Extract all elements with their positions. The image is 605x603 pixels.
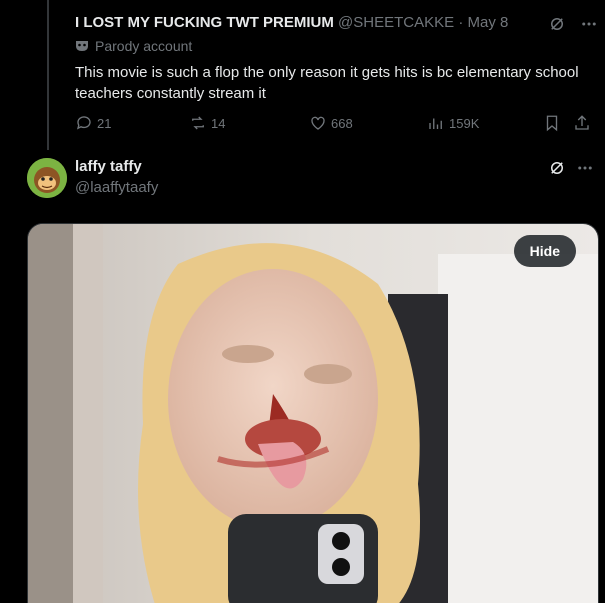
tweet-header-actions	[548, 159, 594, 177]
tweet-header-actions	[548, 15, 598, 33]
reply-button[interactable]: 21	[75, 114, 111, 132]
handle[interactable]: @laaffytaafy	[75, 179, 158, 196]
share-icon	[575, 115, 589, 130]
tweet-actions: 21 14 668 159K	[75, 114, 600, 134]
grok-icon[interactable]	[548, 15, 566, 33]
views-count: 159K	[449, 115, 480, 131]
mask-icon	[76, 41, 88, 51]
tweet-header: I LOST MY FUCKING TWT PREMIUM @SHEETCAKK…	[75, 14, 600, 34]
repost-count: 14	[211, 115, 226, 131]
tweet-date[interactable]: May 8	[467, 14, 508, 31]
reply-icon	[76, 116, 91, 130]
repost-icon	[192, 116, 204, 130]
display-name[interactable]: laffy taffy	[75, 158, 142, 175]
tweet-text: This movie is such a flop the only reaso…	[75, 64, 579, 102]
more-icon[interactable]	[576, 159, 594, 177]
repost-button[interactable]: 14	[189, 114, 225, 132]
tweet-media-image[interactable]: Hide	[27, 223, 599, 603]
heart-icon	[311, 116, 325, 130]
hide-button[interactable]: Hide	[513, 235, 576, 267]
more-icon[interactable]	[580, 15, 598, 33]
grok-icon[interactable]	[548, 159, 566, 177]
like-button[interactable]: 668	[309, 114, 353, 132]
parody-label: Parody account	[75, 38, 192, 54]
bookmark-button[interactable]	[543, 114, 561, 132]
avatar[interactable]	[27, 158, 67, 198]
views-icon	[429, 118, 442, 129]
thread-connector-line	[47, 0, 49, 150]
selfie-photo	[28, 224, 598, 603]
separator: ·	[458, 14, 464, 31]
parody-text: Parody account	[95, 38, 193, 54]
monkey-avatar-icon	[27, 158, 67, 198]
views-button[interactable]: 159K	[427, 114, 479, 132]
display-name[interactable]: I LOST MY FUCKING TWT PREMIUM	[75, 14, 334, 31]
handle[interactable]: @SHEETCAKKE	[338, 14, 454, 31]
like-count: 668	[331, 115, 353, 131]
reply-count: 21	[97, 115, 112, 131]
share-button[interactable]	[573, 114, 591, 132]
bookmark-icon	[546, 115, 558, 132]
